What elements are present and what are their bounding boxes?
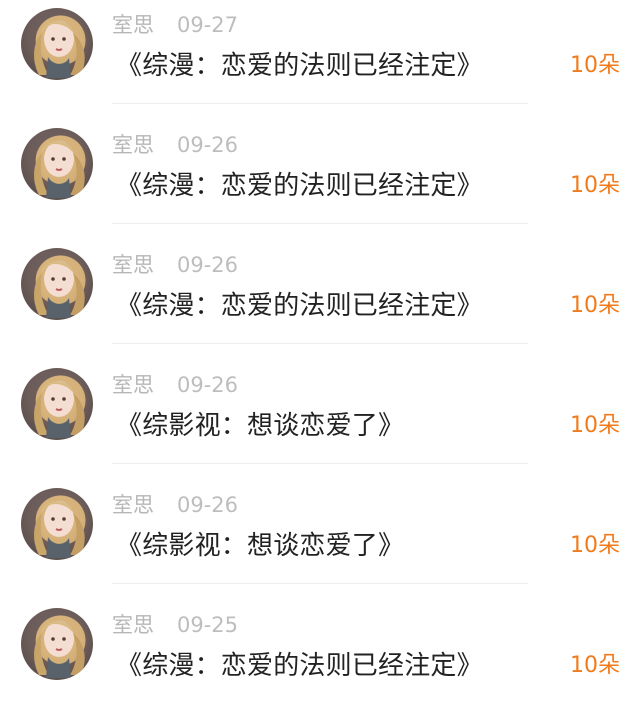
username: 室思 bbox=[112, 373, 154, 397]
username: 室思 bbox=[112, 253, 154, 277]
flower-count: 10朵 bbox=[570, 293, 620, 318]
list-item[interactable]: 室思 09-26 《综影视：想谈恋爱了》 10朵 bbox=[0, 360, 640, 480]
flower-count: 10朵 bbox=[570, 413, 620, 438]
divider bbox=[112, 223, 528, 224]
date: 09-26 bbox=[177, 493, 239, 517]
avatar-icon[interactable] bbox=[21, 128, 93, 200]
username: 室思 bbox=[112, 13, 154, 37]
book-title[interactable]: 《综影视：想谈恋爱了》 bbox=[116, 411, 404, 441]
username: 室思 bbox=[112, 493, 154, 517]
divider bbox=[112, 463, 528, 464]
avatar-icon[interactable] bbox=[21, 608, 93, 680]
list-item[interactable]: 室思 09-26 《综漫：恋爱的法则已经注定》 10朵 bbox=[0, 240, 640, 360]
flower-count: 10朵 bbox=[570, 53, 620, 78]
book-title[interactable]: 《综漫：恋爱的法则已经注定》 bbox=[116, 291, 483, 321]
divider bbox=[112, 343, 528, 344]
avatar-icon[interactable] bbox=[21, 8, 93, 80]
divider bbox=[112, 103, 528, 104]
list-item[interactable]: 室思 09-26 《综影视：想谈恋爱了》 10朵 bbox=[0, 480, 640, 600]
username: 室思 bbox=[112, 133, 154, 157]
date: 09-26 bbox=[177, 133, 239, 157]
date: 09-26 bbox=[177, 253, 239, 277]
flower-count: 10朵 bbox=[570, 653, 620, 678]
username: 室思 bbox=[112, 613, 154, 637]
divider bbox=[112, 583, 528, 584]
date: 09-27 bbox=[177, 13, 239, 37]
avatar-icon[interactable] bbox=[21, 488, 93, 560]
book-title[interactable]: 《综漫：恋爱的法则已经注定》 bbox=[116, 51, 483, 81]
flower-count: 10朵 bbox=[570, 533, 620, 558]
avatar-icon[interactable] bbox=[21, 248, 93, 320]
date: 09-26 bbox=[177, 373, 239, 397]
book-title[interactable]: 《综影视：想谈恋爱了》 bbox=[116, 531, 404, 561]
flower-count: 10朵 bbox=[570, 173, 620, 198]
gift-record-list: 室思 09-27 《综漫：恋爱的法则已经注定》 10朵 室思 09-26 《综漫… bbox=[0, 0, 640, 711]
book-title[interactable]: 《综漫：恋爱的法则已经注定》 bbox=[116, 171, 483, 201]
list-item[interactable]: 室思 09-25 《综漫：恋爱的法则已经注定》 10朵 bbox=[0, 600, 640, 711]
avatar-icon[interactable] bbox=[21, 368, 93, 440]
book-title[interactable]: 《综漫：恋爱的法则已经注定》 bbox=[116, 651, 483, 681]
list-item[interactable]: 室思 09-26 《综漫：恋爱的法则已经注定》 10朵 bbox=[0, 120, 640, 240]
date: 09-25 bbox=[177, 613, 239, 637]
list-item[interactable]: 室思 09-27 《综漫：恋爱的法则已经注定》 10朵 bbox=[0, 0, 640, 120]
